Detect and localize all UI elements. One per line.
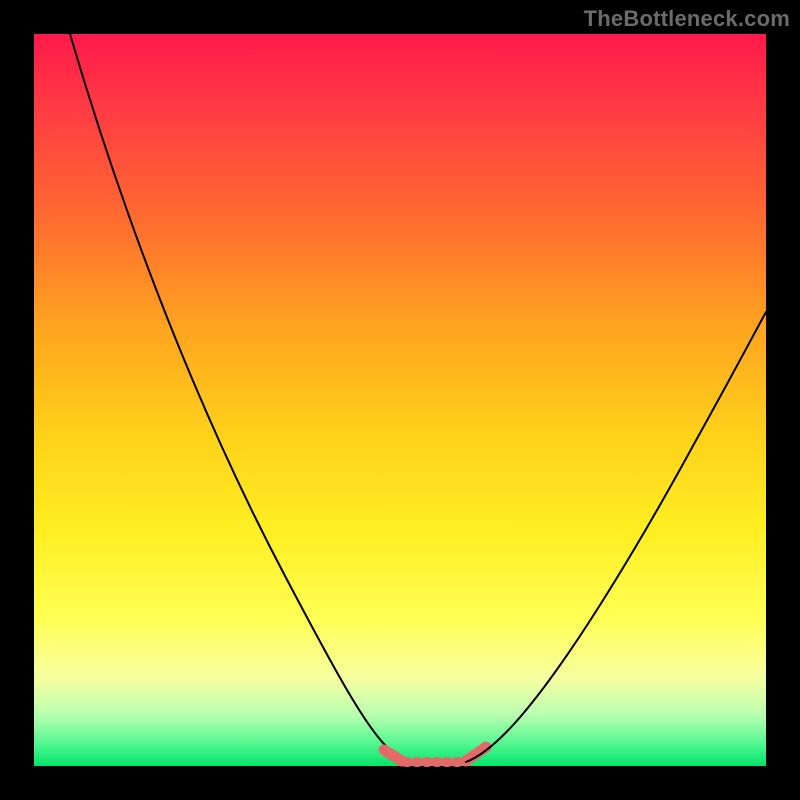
left-branch-curve — [70, 34, 406, 762]
chart-frame: TheBottleneck.com — [0, 0, 800, 800]
watermark-text: TheBottleneck.com — [584, 6, 790, 32]
flat-min-end-right — [466, 747, 486, 761]
right-branch-curve — [466, 312, 766, 762]
curve-svg — [34, 34, 766, 766]
flat-min-end-left — [384, 750, 402, 761]
plot-area — [34, 34, 766, 766]
